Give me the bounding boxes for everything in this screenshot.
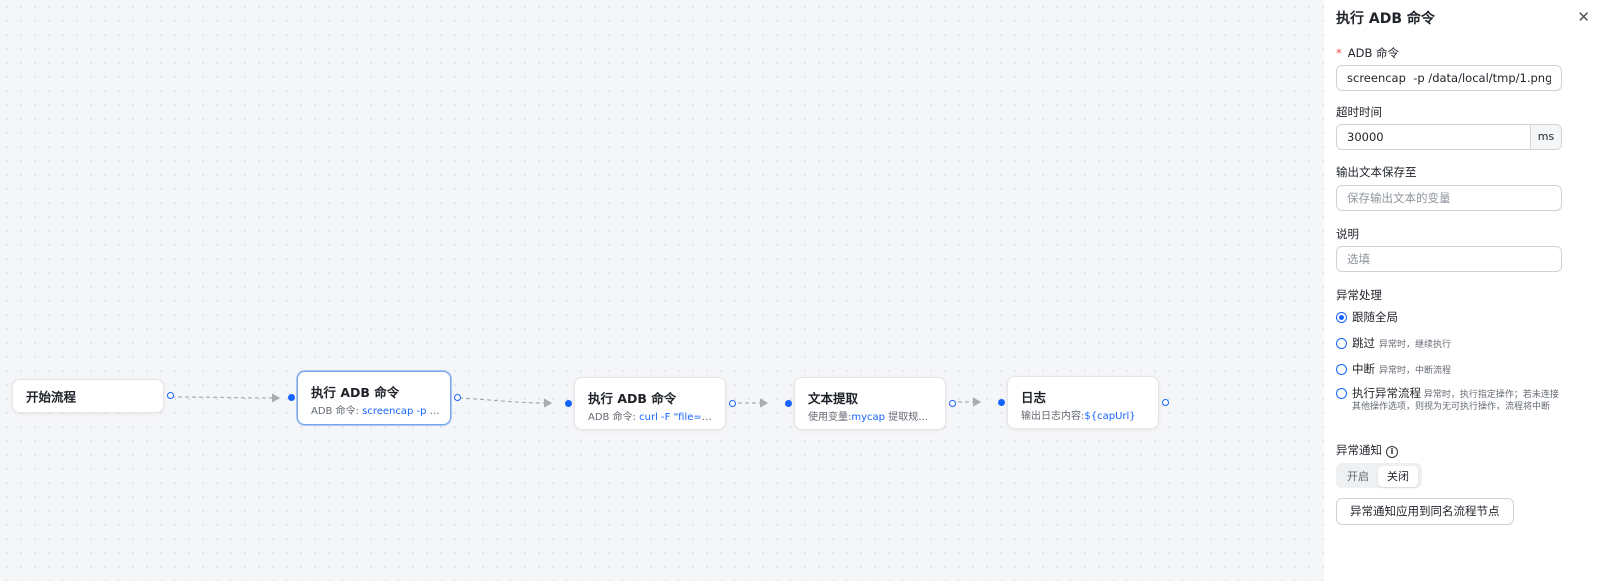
node-title: 日志 — [1021, 390, 1047, 405]
node-subtitle: ADB 命令: curl -F "file=@... — [588, 408, 715, 423]
node-start[interactable]: 开始流程 — [12, 379, 174, 413]
input-port[interactable] — [288, 394, 295, 401]
output-port[interactable] — [949, 399, 956, 407]
radio-hint: 异常时，继续执行 — [1379, 340, 1452, 350]
node-subtitle: ADB 命令: screencap -p /... — [311, 402, 440, 417]
adb-command-label: * ADB 命令 — [1336, 45, 1399, 61]
radio-label: 跟随全局 — [1352, 310, 1398, 324]
flow-canvas[interactable]: 开始流程 执行 ADB 命令 ADB 命令: screencap -p /...… — [0, 0, 1324, 581]
input-port[interactable] — [565, 399, 572, 407]
radio-indicator[interactable] — [1336, 364, 1347, 375]
close-icon[interactable]: ✕ — [1577, 8, 1590, 26]
description-label: 说明 — [1336, 227, 1359, 241]
output-port[interactable] — [729, 399, 736, 407]
info-icon[interactable]: i — [1386, 446, 1398, 458]
node-sub-value: ${capUrl} — [1084, 411, 1136, 422]
radio-indicator[interactable] — [1336, 338, 1347, 349]
output-port[interactable] — [167, 392, 174, 399]
node-title: 执行 ADB 命令 — [311, 385, 400, 400]
timeout-input[interactable]: 30000 ms — [1336, 124, 1562, 150]
radio-exception-flow[interactable]: 执行异常流程 异常时，执行指定操作；若未连接其他操作选项，则视为无可执行操作，流… — [1336, 387, 1562, 413]
node-log[interactable]: 日志 输出日志内容:${capUrl} — [998, 376, 1169, 429]
node-subtitle: 输出日志内容:${capUrl} — [1021, 407, 1148, 422]
adb-command-label-text: ADB 命令 — [1347, 46, 1400, 60]
description-input[interactable] — [1336, 246, 1562, 272]
node-sub-label: ADB 命令: — [311, 406, 359, 417]
radio-indicator[interactable] — [1336, 388, 1347, 399]
adb-command-input[interactable] — [1336, 65, 1562, 91]
notify-off-option[interactable]: 关闭 — [1378, 466, 1418, 487]
node-sub-tail: 提取规则... — [888, 412, 935, 423]
radio-label: 中断 — [1352, 362, 1375, 376]
node-text-extract[interactable]: 文本提取 使用变量:mycap 提取规则... — [785, 377, 956, 430]
node-title: 执行 ADB 命令 — [588, 391, 677, 406]
node-sub-label: ADB 命令: — [588, 412, 636, 423]
timeout-unit: ms — [1530, 125, 1561, 149]
output-port[interactable] — [454, 394, 461, 401]
input-port[interactable] — [998, 398, 1005, 406]
radio-hint: 异常时，中断流程 — [1379, 366, 1452, 376]
timeout-label: 超时时间 — [1336, 105, 1382, 119]
notify-on-option[interactable]: 开启 — [1338, 466, 1378, 487]
radio-text: 执行异常流程 异常时，执行指定操作；若未连接其他操作选项，则视为无可执行操作，流… — [1352, 387, 1562, 413]
notify-label-text: 异常通知 — [1336, 443, 1382, 457]
flow-edges — [170, 393, 982, 408]
node-sub-label: 输出日志内容: — [1021, 411, 1085, 422]
notify-label: 异常通知 i — [1336, 442, 1398, 458]
properties-panel: 执行 ADB 命令 ✕ * ADB 命令 超时时间 30000 ms 输出文本保存… — [1324, 0, 1598, 581]
radio-label: 执行异常流程 — [1352, 386, 1421, 400]
required-mark: * — [1336, 46, 1342, 60]
edge-2 — [458, 397, 553, 408]
node-adb-screencap[interactable]: 执行 ADB 命令 ADB 命令: screencap -p /... — [288, 371, 461, 425]
node-title: 文本提取 — [808, 391, 859, 406]
node-title: 开始流程 — [26, 389, 77, 405]
exception-label: 异常处理 — [1336, 288, 1382, 302]
output-port[interactable] — [1162, 398, 1169, 406]
radio-indicator[interactable] — [1336, 312, 1347, 323]
apply-notify-button[interactable]: 异常通知应用到同名流程节点 — [1336, 498, 1514, 525]
timeout-value: 30000 — [1347, 130, 1384, 144]
node-adb-curl[interactable]: 执行 ADB 命令 ADB 命令: curl -F "file=@... — [565, 377, 736, 430]
radio-interrupt[interactable]: 中断 异常时，中断流程 — [1336, 361, 1562, 377]
input-port[interactable] — [785, 399, 792, 407]
edge-1 — [170, 393, 281, 403]
node-sub-value: curl -F "file=@... — [639, 412, 715, 423]
node-sub-value: screencap -p /... — [362, 406, 440, 417]
node-sub-label: 使用变量: — [808, 412, 852, 423]
radio-skip[interactable]: 跳过 异常时，继续执行 — [1336, 335, 1562, 351]
node-sub-value: mycap — [851, 412, 886, 423]
node-subtitle: 使用变量:mycap 提取规则... — [808, 408, 935, 423]
radio-follow-global[interactable]: 跟随全局 — [1336, 309, 1562, 325]
output-variable-input[interactable] — [1336, 185, 1562, 211]
notify-toggle[interactable]: 开启 关闭 — [1336, 463, 1422, 488]
radio-label: 跳过 — [1352, 336, 1375, 350]
panel-title: 执行 ADB 命令 — [1336, 11, 1435, 27]
output-save-label: 输出文本保存至 — [1336, 165, 1417, 179]
